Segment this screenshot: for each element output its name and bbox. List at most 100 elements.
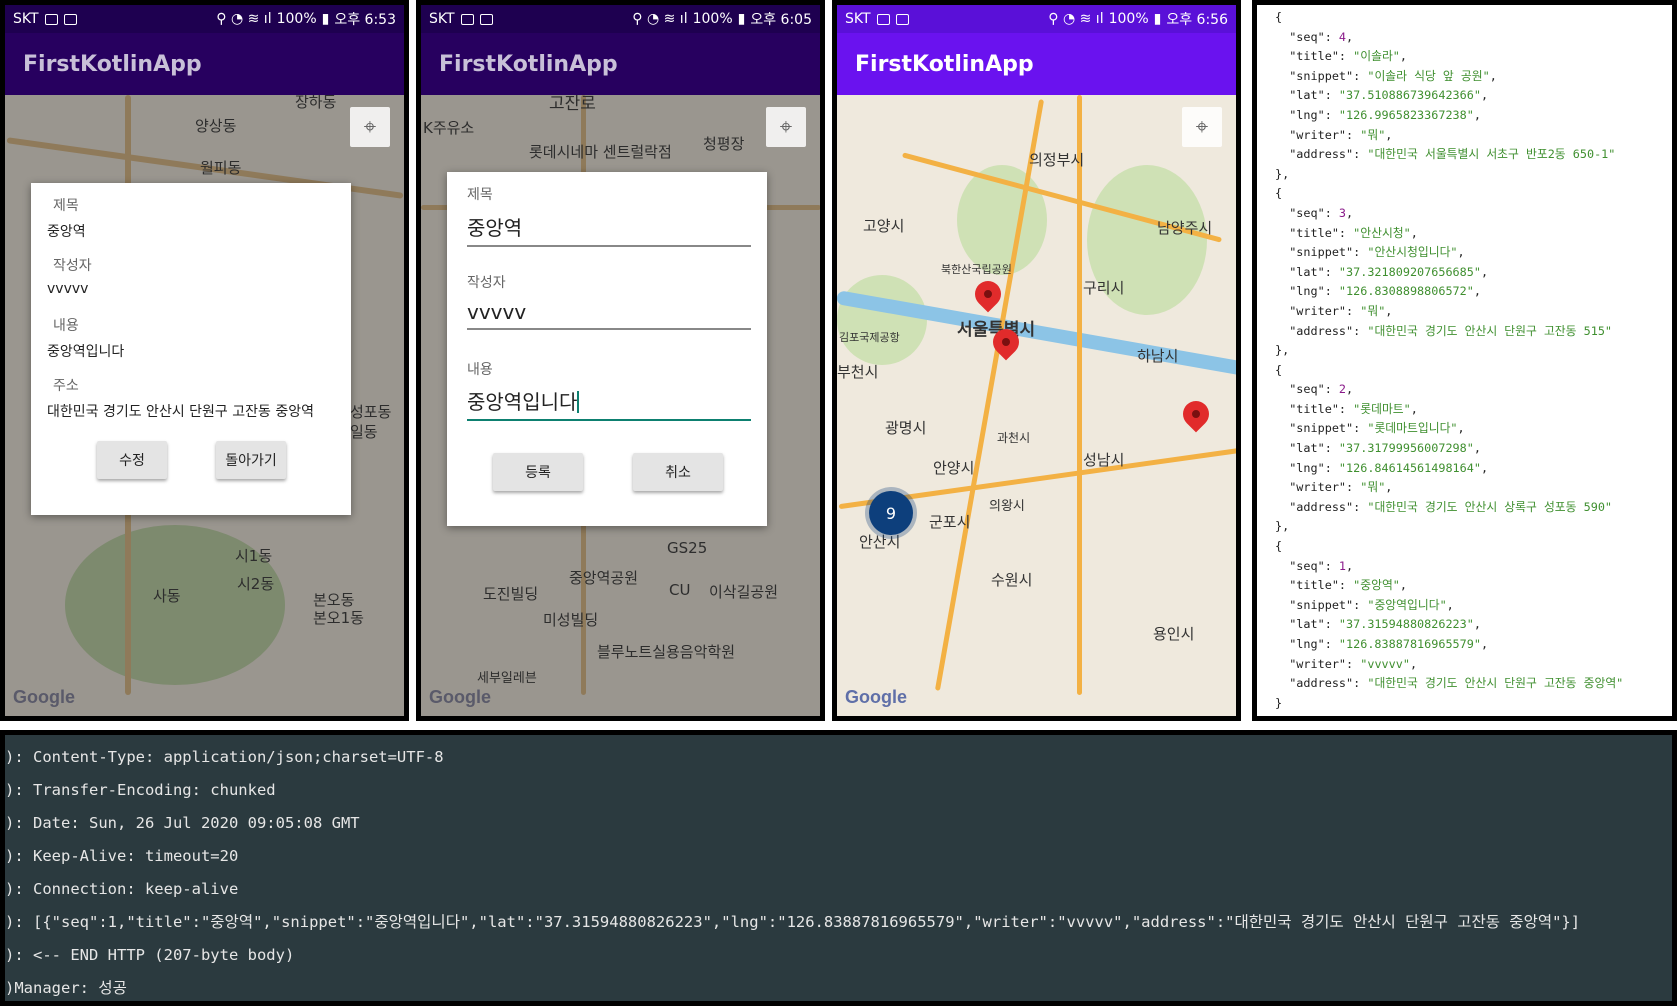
writer-input[interactable]: vvvvv bbox=[467, 300, 751, 330]
field-label-writer: 작성자 bbox=[53, 258, 92, 274]
json-key: "lng": bbox=[1275, 460, 1339, 475]
log-line: ): [{"seq":1,"title":"중앙역","snippet":"중앙… bbox=[5, 913, 1581, 931]
signal-icon: ⚲ ◔ ≋ ıl bbox=[632, 11, 688, 27]
map-label: 양상동 bbox=[195, 117, 237, 135]
register-button[interactable]: 등록 bbox=[493, 453, 583, 491]
log-line: ): Date: Sun, 26 Jul 2020 09:05:08 GMT bbox=[5, 814, 360, 832]
json-brace: { bbox=[1275, 362, 1283, 377]
json-punct: , bbox=[1457, 421, 1465, 436]
json-string: "안산시청" bbox=[1353, 225, 1411, 240]
json-string: "대한민국 경기도 안산시 단원구 고잔동 515" bbox=[1367, 323, 1613, 338]
crosshair-icon: ⌖ bbox=[779, 114, 793, 140]
json-punct: , bbox=[1446, 597, 1454, 612]
json-punct: , bbox=[1399, 578, 1408, 593]
json-number: 2 bbox=[1338, 382, 1347, 397]
json-key: "seq": bbox=[1275, 29, 1339, 44]
json-key: "writer": bbox=[1275, 303, 1361, 318]
json-punct: , bbox=[1346, 558, 1354, 573]
map-label: 장하동 bbox=[295, 95, 337, 111]
json-punct: , bbox=[1480, 88, 1489, 103]
map-label: 부천시 bbox=[837, 363, 879, 381]
marker-cluster[interactable]: 9 bbox=[869, 491, 913, 535]
json-number: 4 bbox=[1338, 29, 1347, 44]
json-punct: , bbox=[1457, 245, 1465, 260]
log-line: ): <-- END HTTP (207-byte body) bbox=[5, 946, 295, 964]
field-label-content: 내용 bbox=[53, 318, 79, 334]
json-response-panel: { "seq": 4, "title": "이솔라", "snippet": "… bbox=[1252, 0, 1677, 721]
map-label: CU bbox=[669, 581, 691, 599]
json-punct: , bbox=[1346, 29, 1354, 44]
content-input[interactable]: 중앙역입니다 bbox=[467, 386, 751, 421]
my-location-button[interactable]: ⌖ bbox=[350, 107, 390, 147]
image-icon bbox=[876, 13, 890, 25]
json-key: "snippet": bbox=[1275, 68, 1368, 83]
carrier-label: SKT bbox=[845, 11, 871, 27]
map-label: 중앙역공원 bbox=[569, 569, 639, 587]
map-label: 미성빌딩 bbox=[543, 611, 599, 629]
json-string: "126.9965823367238" bbox=[1338, 107, 1474, 122]
log-line: ): Connection: keep-alive bbox=[5, 880, 239, 898]
map-label: 블루노트실용음악학원 bbox=[597, 643, 736, 661]
map-label: 사동 bbox=[153, 587, 181, 605]
phone-screenshot-2: SKT ⚲ ◔ ≋ ıl 100% ▮ 오후 6:05 FirstKotlinApp … bbox=[416, 0, 825, 721]
image-icon bbox=[44, 13, 58, 25]
map-label: 고잔로 bbox=[549, 95, 596, 114]
json-key: "lat": bbox=[1275, 264, 1339, 279]
map-label: 본오1동 bbox=[313, 609, 364, 627]
title-input[interactable]: 중앙역 bbox=[467, 212, 751, 247]
map-label: 롯데시네마 센트럴락점 bbox=[529, 143, 672, 161]
carrier-label: SKT bbox=[429, 11, 455, 27]
map-road bbox=[1077, 95, 1082, 695]
status-bar: SKT ⚲ ◔ ≋ ıl 100% ▮ 오후 6:53 bbox=[5, 5, 404, 33]
map-view[interactable]: 의정부시 고양시 남양주시 북한산국립공원 구리시 서울특별시 하남시 김포국제… bbox=[837, 95, 1236, 716]
my-location-button[interactable]: ⌖ bbox=[766, 107, 806, 147]
json-key: "seq": bbox=[1275, 205, 1339, 220]
map-marker-pin[interactable] bbox=[969, 275, 1007, 313]
status-bar: SKT ⚲ ◔ ≋ ıl 100% ▮ 오후 6:56 bbox=[837, 5, 1236, 33]
http-log-panel: ): Content-Type: application/json;charse… bbox=[0, 730, 1677, 1006]
json-key: "address": bbox=[1275, 499, 1368, 514]
json-key: "lng": bbox=[1275, 107, 1339, 122]
log-line: ): Content-Type: application/json;charse… bbox=[5, 748, 444, 766]
json-key: "lng": bbox=[1275, 284, 1339, 299]
status-bar: SKT ⚲ ◔ ≋ ıl 100% ▮ 오후 6:05 bbox=[421, 5, 820, 33]
dialog-field: 내용 중앙역입니다 bbox=[47, 315, 124, 361]
json-key: "lat": bbox=[1275, 441, 1339, 456]
edit-button[interactable]: 수정 bbox=[97, 441, 167, 479]
field-value-address: 대한민국 경기도 안산시 단원구 고잔동 중앙역 bbox=[47, 404, 314, 420]
carrier-label: SKT bbox=[13, 11, 39, 27]
map-marker-pin[interactable] bbox=[1177, 395, 1215, 433]
cancel-button[interactable]: 취소 bbox=[633, 453, 723, 491]
map-label: 월피동 bbox=[200, 159, 242, 177]
battery-percent: 100% bbox=[1108, 11, 1149, 27]
json-punct: , bbox=[1410, 401, 1418, 416]
json-string: "롯데마트입니다" bbox=[1367, 421, 1458, 436]
json-string: "37.510886739642366" bbox=[1338, 88, 1481, 103]
json-punct: , bbox=[1346, 205, 1354, 220]
map-label: 군포시 bbox=[929, 513, 971, 531]
json-key: "snippet": bbox=[1275, 421, 1368, 436]
map-label: 일동 bbox=[350, 423, 378, 441]
content-input-value: 중앙역입니다 bbox=[467, 390, 578, 414]
map-label: 의왕시 bbox=[989, 499, 1025, 514]
app-bar-title: FirstKotlinApp bbox=[421, 33, 820, 95]
map-label: 시1동 bbox=[235, 547, 273, 565]
log-line: ): Keep-Alive: timeout=20 bbox=[5, 847, 239, 865]
dialog-field: 작성자 vvvvv bbox=[47, 255, 92, 297]
json-string: "대한민국 서울특별시 서초구 반포2동 650-1" bbox=[1367, 147, 1616, 162]
map-label: 성남시 bbox=[1083, 451, 1125, 469]
json-key: "snippet": bbox=[1275, 245, 1368, 260]
text-cursor bbox=[577, 391, 580, 413]
app-bar-title: FirstKotlinApp bbox=[837, 33, 1236, 95]
map-label: 남양주시 bbox=[1157, 219, 1213, 237]
map-label: 하남시 bbox=[1137, 347, 1179, 365]
json-key: "title": bbox=[1275, 401, 1354, 416]
map-label: 청평장 bbox=[703, 135, 745, 153]
json-brace: }, bbox=[1275, 519, 1290, 534]
field-label-title: 제목 bbox=[53, 198, 79, 214]
my-location-button[interactable]: ⌖ bbox=[1182, 107, 1222, 147]
json-key: "title": bbox=[1275, 578, 1354, 593]
back-button[interactable]: 돌아가기 bbox=[216, 441, 286, 479]
json-number: 1 bbox=[1338, 558, 1347, 573]
json-key: "title": bbox=[1275, 49, 1354, 64]
